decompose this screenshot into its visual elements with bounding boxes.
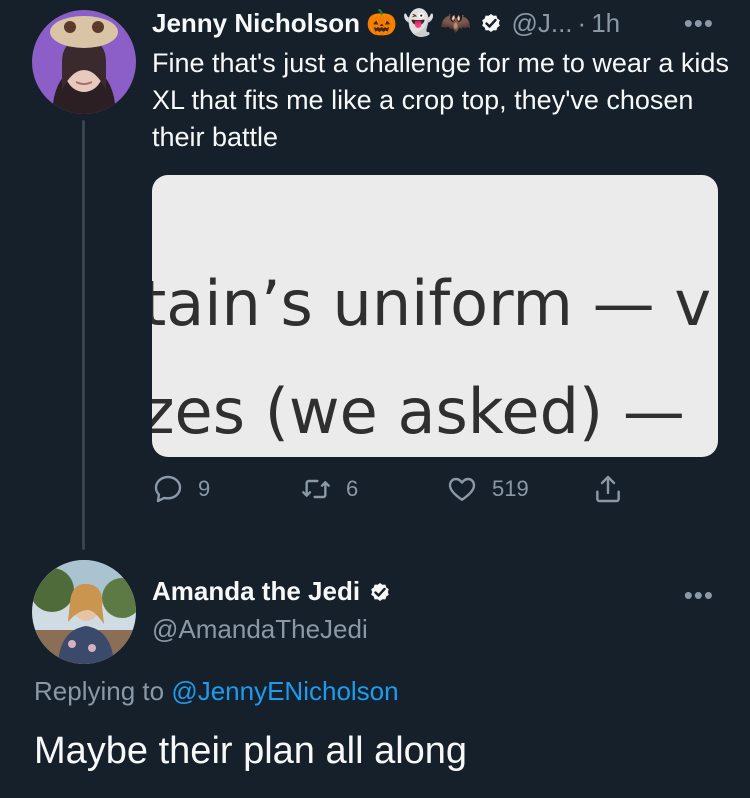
like-button[interactable]: 519 (446, 473, 529, 505)
reply-tweet-text: Maybe their plan all along (34, 730, 468, 772)
bat-emoji: 🦇 (440, 8, 472, 37)
like-icon (448, 477, 476, 501)
share-icon (596, 475, 620, 503)
like-count: 519 (492, 476, 529, 501)
pumpkin-emoji: 🎃 (366, 8, 398, 37)
verified-badge-icon (368, 580, 392, 604)
author-handle[interactable]: @J... (511, 8, 572, 39)
replying-prefix: Replying to (34, 676, 165, 706)
separator-dot: · (577, 7, 587, 38)
reply-author-handle[interactable]: @AmandaTheJedi (152, 614, 368, 645)
tweet-media-image[interactable]: tain’s uniform — v zes (we asked) — (152, 175, 718, 457)
share-button[interactable] (592, 473, 638, 505)
tweet-actions: 9 6 519 (152, 473, 652, 513)
reply-author: Amanda the Jedi (152, 576, 392, 607)
reply-count: 9 (198, 476, 211, 501)
tweet-header: Jenny Nicholson 🎃 👻 🦇 @J... · 1h (152, 6, 720, 40)
media-text-line-1: tain’s uniform — v (152, 267, 712, 340)
reply-icon (154, 475, 182, 503)
avatar-amanda[interactable] (32, 560, 136, 664)
more-icon[interactable]: ••• (684, 8, 714, 39)
thread-connector-line (82, 120, 85, 550)
tweet-text: Fine that's just a challenge for me to w… (152, 48, 729, 152)
replying-mention-link[interactable]: @JennyENicholson (171, 676, 398, 706)
reply-author-name[interactable]: Amanda the Jedi (152, 576, 360, 607)
retweet-button[interactable]: 6 (300, 473, 358, 505)
more-icon[interactable]: ••• (684, 580, 714, 611)
verified-badge-icon (479, 11, 503, 35)
timestamp[interactable]: 1h (591, 8, 620, 39)
reply-button[interactable]: 9 (152, 473, 210, 505)
replying-to: Replying to @JennyENicholson (34, 676, 399, 707)
avatar-jenny[interactable] (32, 10, 136, 114)
media-text-line-2: zes (we asked) — (152, 375, 685, 448)
retweet-icon (302, 479, 330, 499)
retweet-count: 6 (346, 476, 359, 501)
ghost-emoji: 👻 (403, 8, 435, 37)
author-name[interactable]: Jenny Nicholson (152, 8, 360, 39)
